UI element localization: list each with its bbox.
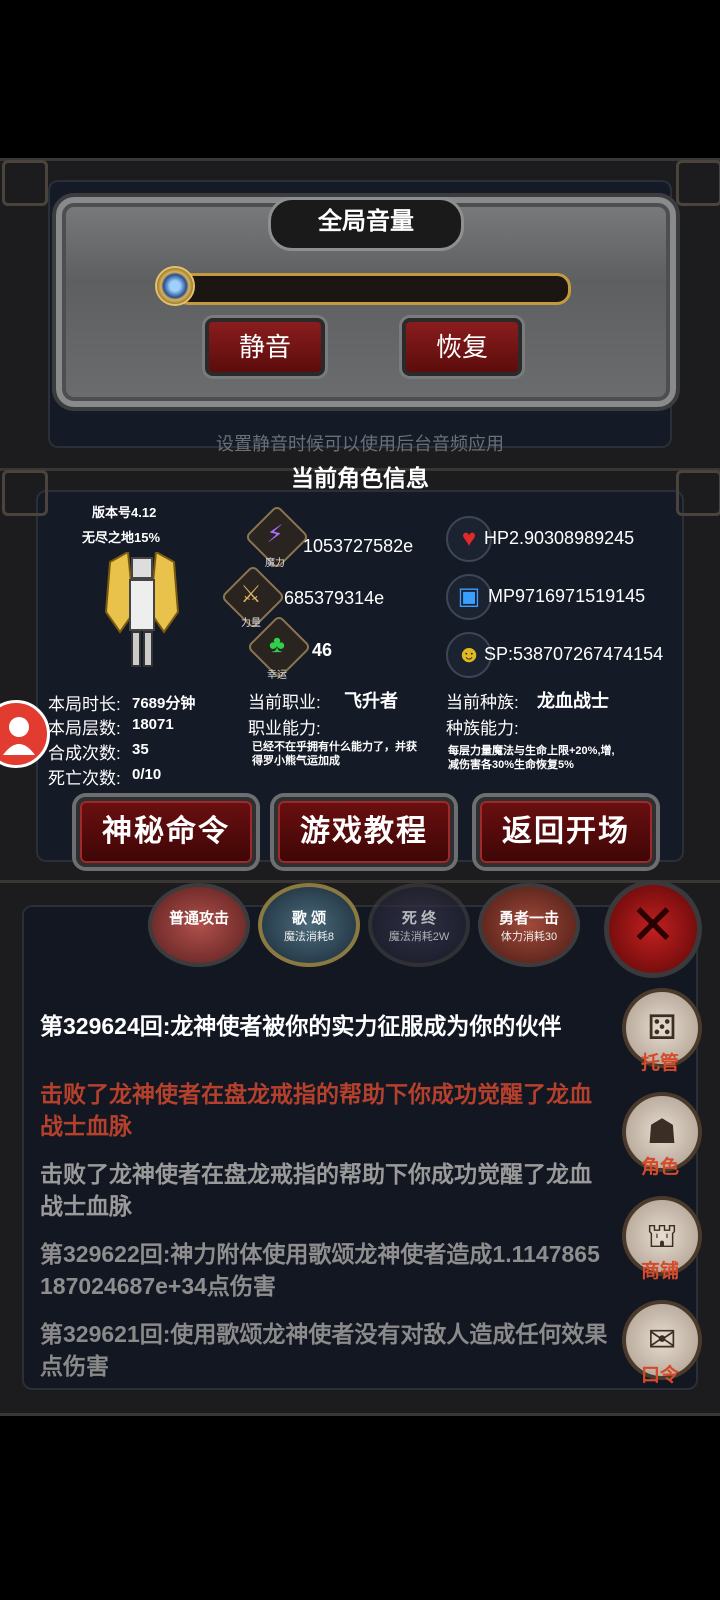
race-value: 龙血战士 [537,691,609,711]
log-entry: 击败了龙神使者在盘龙戒指的帮助下你成功觉醒了龙血战士血脉 [40,1161,592,1219]
race-ability-text: 每层力量魔法与生命上限+20%,增,减伤害各30%生命恢复5% [448,745,615,771]
magic-value: 1053727582e [303,536,414,556]
volume-slider-knob[interactable] [155,266,195,306]
skill-name: 歌 颂 [291,910,327,927]
job-label: 当前职业: [248,693,321,712]
strength-value: 685379314e [284,588,385,608]
luck-caption: 幸运 [267,670,287,681]
shop-label: 商铺 [640,1261,679,1282]
skill-cost: 魔法消耗8 [283,931,335,943]
skill-name: 勇者一击 [498,910,559,927]
stat-value: 7689分钟 [132,695,196,712]
skill-cost: 魔法消耗2W [388,931,450,943]
stat-label: 本局层数: [48,719,121,738]
stat-value: 0/10 [132,766,162,783]
close-icon[interactable]: ✕ [604,880,702,978]
race-ability-label: 种族能力: [446,719,519,738]
log-entry: 击败了龙神使者在盘龙戒指的帮助下你成功觉醒了龙血战士血脉 [40,1081,592,1139]
skill-name: 死 终 [401,910,437,927]
secret-command-button[interactable]: 神秘命令 [76,797,256,867]
skill-normal-attack[interactable]: 普通攻击 [148,883,250,967]
skill-hero-strike[interactable]: 勇者一击 体力消耗30 [478,883,580,967]
area-progress: 无尽之地15% [82,530,161,545]
stat-value: 18071 [132,716,174,733]
back-to-start-button[interactable]: 返回开场 [476,797,656,867]
luck-value: 46 [312,640,333,660]
code-label: 口令 [640,1365,679,1386]
job-value: 飞升者 [344,691,398,711]
sp-value: SP:538707267474154 [484,644,664,664]
skill-death-end[interactable]: 死 终 魔法消耗2W [368,883,470,967]
job-ability-label: 职业能力: [248,719,321,738]
magic-caption: 魔力 [265,558,285,569]
volume-slider[interactable] [175,273,571,305]
log-entry: 第329622回:神力附体使用歌颂龙神使者造成1.114786518702468… [40,1241,600,1299]
tutorial-button[interactable]: 游戏教程 [274,797,454,867]
clover-icon: ♣ [269,631,285,658]
stat-value: 35 [132,741,149,758]
log-entry: 第329624回:龙神使者被你的实力征服成为你的伙伴 [40,1013,562,1039]
character-section-title: 当前角色信息 [291,465,429,491]
corner-ornament [2,160,48,206]
corner-ornament [676,160,720,206]
stat-label: 合成次数: [48,744,121,763]
hp-value: HP2.90308989245 [484,528,635,548]
sword-icon: ⚔ [240,581,262,608]
skill-praise[interactable]: 歌 颂 魔法消耗8 [258,883,360,967]
restore-button[interactable]: 恢复 [402,318,522,376]
volume-hint: 设置静音时候可以使用后台音频应用 [216,434,504,454]
race-label: 当前种族: [446,693,519,712]
mp-value: MP9716971519145 [488,586,646,606]
lightning-icon: ⚡ [266,521,284,548]
user-avatar-icon[interactable] [0,700,50,768]
skill-name: 普通攻击 [168,910,229,927]
mana-icon: ▣ [446,574,492,620]
person-icon [3,717,35,755]
auto-label: 托管 [640,1053,679,1074]
log-entry: 第329621回:使用歌颂龙神使者没有对敌人造成任何效果点伤害 [40,1321,608,1379]
character-sprite [104,552,180,667]
volume-title: 全局音量 [268,197,464,251]
skill-cost: 体力消耗30 [500,931,558,943]
mute-button[interactable]: 静音 [205,318,325,376]
stat-label: 死亡次数: [48,769,121,788]
version-label: 版本号4.12 [92,505,157,520]
stat-label: 本局时长: [48,695,121,714]
job-ability-text: 已经不在乎拥有什么能力了，并获得罗小熊气运加成 [252,741,417,767]
role-label: 角色 [640,1157,679,1178]
